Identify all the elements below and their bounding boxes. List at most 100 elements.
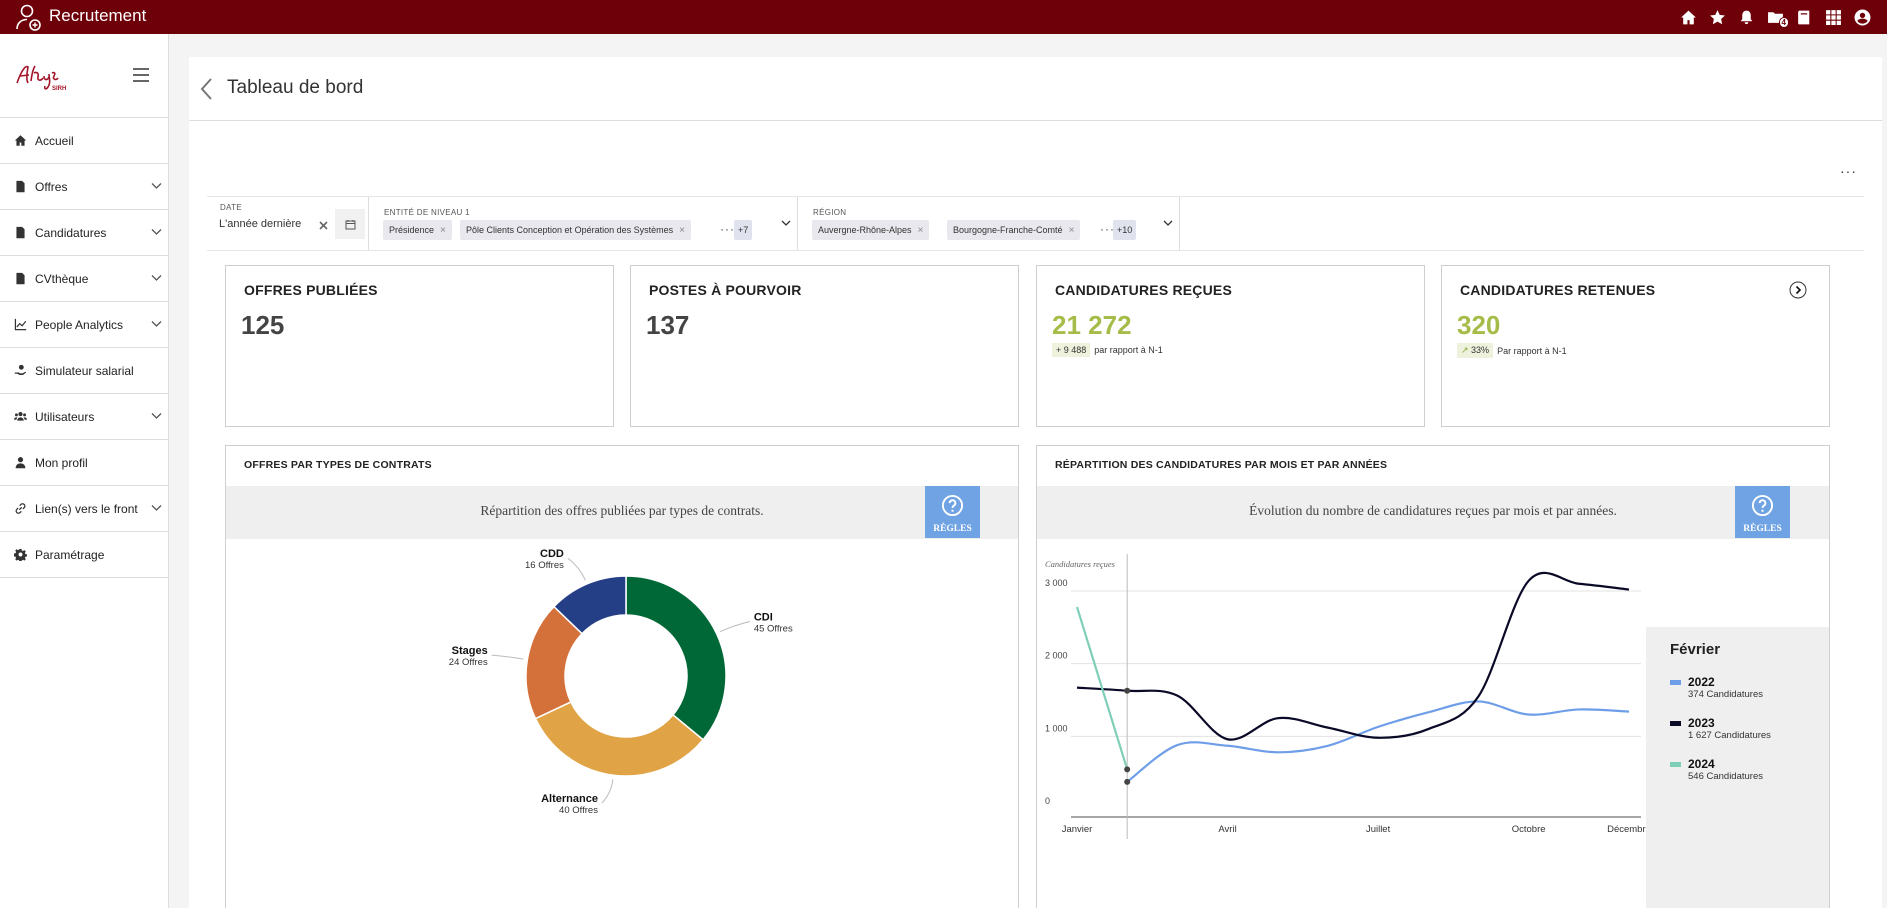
sidebar-item-liens-front[interactable]: Lien(s) vers le front bbox=[0, 486, 169, 532]
sidebar: SIRH Accueil Offres Candidatures CVthèqu… bbox=[0, 34, 169, 908]
sidebar-nav: Accueil Offres Candidatures CVthèque Peo… bbox=[0, 117, 169, 578]
more-chips-count[interactable]: +10 bbox=[1113, 220, 1137, 240]
ellipsis-icon: ··· bbox=[720, 222, 735, 236]
hover-point-2022[interactable] bbox=[1124, 778, 1131, 785]
back-arrow-icon[interactable] bbox=[199, 75, 215, 103]
sidebar-item-utilisateurs[interactable]: Utilisateurs bbox=[0, 394, 169, 440]
chart-icon bbox=[14, 318, 27, 331]
remove-chip-icon[interactable]: × bbox=[918, 225, 924, 236]
x-tick-label: Octobre bbox=[1512, 824, 1546, 835]
altays-sirh-logo[interactable]: SIRH bbox=[14, 59, 74, 95]
kpi-card-candidatures-recues: CANDIDATURES REÇUES 21 272 + 9 488 par r… bbox=[1036, 265, 1425, 427]
apps-grid-icon[interactable] bbox=[1819, 7, 1848, 27]
hamburger-menu-icon[interactable] bbox=[131, 66, 151, 84]
star-icon[interactable] bbox=[1703, 7, 1732, 27]
donut-leader-line bbox=[719, 621, 750, 633]
donut-leader-line bbox=[491, 654, 524, 660]
legend-swatch bbox=[1670, 680, 1681, 685]
trend-text: Par rapport à N-1 bbox=[1497, 345, 1567, 356]
link-icon bbox=[15, 503, 26, 514]
rules-button[interactable]: RÈGLES bbox=[1735, 486, 1790, 538]
calendar-button[interactable] bbox=[335, 209, 365, 239]
sidebar-item-mon-profil[interactable]: Mon profil bbox=[0, 440, 169, 486]
remove-chip-icon[interactable]: × bbox=[1069, 225, 1075, 236]
sidebar-item-simulateur-salarial[interactable]: Simulateur salarial bbox=[0, 348, 169, 394]
hover-point-2024[interactable] bbox=[1124, 766, 1131, 773]
tooltip-entry: 2024 546 Candidatures bbox=[1670, 757, 1771, 798]
y-tick-label: 2 000 bbox=[1045, 651, 1068, 661]
more-chips-count[interactable]: +7 bbox=[734, 220, 753, 240]
tooltip-count: 546 Candidatures bbox=[1688, 771, 1763, 782]
kpi-trend: ↗ 33% Par rapport à N-1 bbox=[1457, 343, 1567, 358]
sidebar-item-label: Utilisateurs bbox=[35, 409, 95, 424]
donut-label: CDI bbox=[754, 612, 773, 624]
legend-swatch bbox=[1670, 762, 1681, 767]
filter-chip[interactable]: Auvergne-Rhône-Alpes × bbox=[812, 220, 930, 240]
sidebar-item-label: CVthèque bbox=[35, 271, 89, 286]
tooltip-entries: 2022 374 Candidatures 2023 1 627 Candidatur… bbox=[1670, 675, 1771, 798]
app-title: Recrutement bbox=[49, 6, 147, 25]
sidebar-item-label: Paramétrage bbox=[35, 547, 105, 562]
chart-tooltip: Février 2022 374 Candidatures 2023 1 627 Ca… bbox=[1646, 627, 1829, 908]
kpi-value: 21 272 bbox=[1052, 310, 1132, 340]
remove-chip-icon[interactable]: × bbox=[679, 225, 685, 236]
home-icon[interactable] bbox=[1674, 7, 1703, 27]
kpi-trend: + 9 488 par rapport à N-1 bbox=[1052, 343, 1163, 357]
panel-title: OFFRES PAR TYPES DE CONTRATS bbox=[244, 459, 432, 471]
filter-chip[interactable]: Bourgogne-Franche-Comté × bbox=[947, 220, 1081, 240]
donut-value-label: 24 Offres bbox=[449, 657, 488, 668]
sidebar-item-cvtheque[interactable]: CVthèque bbox=[0, 256, 169, 302]
sidebar-item-people-analytics[interactable]: People Analytics bbox=[0, 302, 169, 348]
hover-point-2023[interactable] bbox=[1124, 687, 1131, 694]
trend-value-text: 33% bbox=[1471, 345, 1490, 355]
sidebar-item-offres[interactable]: Offres bbox=[0, 164, 169, 210]
question-circle-icon bbox=[941, 494, 964, 517]
bell-icon[interactable] bbox=[1732, 7, 1761, 27]
book-icon[interactable] bbox=[1790, 7, 1819, 27]
series-line-2022[interactable] bbox=[1126, 700, 1630, 783]
remove-chip-icon[interactable]: × bbox=[440, 225, 446, 236]
donut-value-label: 45 Offres bbox=[754, 624, 793, 635]
sidebar-item-parametrage[interactable]: Paramétrage bbox=[0, 532, 169, 578]
chevron-down-icon bbox=[151, 321, 162, 327]
hand-coin-icon bbox=[14, 364, 27, 375]
clear-icon[interactable] bbox=[319, 221, 328, 230]
tooltip-count: 374 Candidatures bbox=[1688, 689, 1763, 700]
chevron-down-icon[interactable] bbox=[1163, 219, 1173, 227]
applications-user-icon[interactable]: 4 bbox=[1761, 7, 1790, 28]
panel-description-text: Répartition des offres publiées par type… bbox=[480, 503, 764, 518]
rules-button[interactable]: RÈGLES bbox=[925, 486, 980, 538]
kpi-card-candidatures-retenues: CANDIDATURES RETENUES 320 ↗ 33% Par rapp… bbox=[1441, 265, 1830, 427]
page-header: Tableau de bord bbox=[189, 57, 1882, 121]
date-filter-value[interactable]: L'année dernière bbox=[219, 218, 301, 230]
chevron-right-circle-icon[interactable] bbox=[1789, 281, 1807, 299]
chevron-down-icon bbox=[151, 413, 162, 419]
panel-description-text: Évolution du nombre de candidatures reçu… bbox=[1249, 503, 1617, 518]
filter-chip[interactable]: Pôle Clients Conception et Opération des… bbox=[460, 220, 691, 240]
donut-slice-cdi[interactable] bbox=[625, 575, 727, 741]
panel-description: Répartition des offres publiées par type… bbox=[226, 486, 1018, 539]
panel-title: RÉPARTITION DES CANDIDATURES PAR MOIS ET… bbox=[1055, 459, 1388, 471]
document-icon bbox=[16, 272, 25, 285]
sidebar-item-accueil[interactable]: Accueil bbox=[0, 118, 169, 164]
kpi-value: 137 bbox=[646, 310, 690, 340]
sidebar-item-label: Offres bbox=[35, 179, 68, 194]
x-tick-label: Avril bbox=[1218, 824, 1236, 835]
tooltip-entry: 2022 374 Candidatures bbox=[1670, 675, 1771, 716]
filter-bar: DATE L'année dernière ENTITÉ DE NIVEAU 1… bbox=[207, 196, 1864, 251]
calendar-icon bbox=[345, 220, 356, 230]
tooltip-year: 2024 bbox=[1688, 757, 1715, 771]
user-account-icon[interactable] bbox=[1848, 7, 1877, 27]
kpi-title: CANDIDATURES RETENUES bbox=[1460, 282, 1656, 298]
tooltip-month: Février bbox=[1670, 641, 1721, 658]
chip-label: Auvergne-Rhône-Alpes bbox=[818, 225, 912, 235]
tooltip-year: 2022 bbox=[1688, 675, 1715, 689]
chip-label: Pôle Clients Conception et Opération des… bbox=[466, 225, 674, 235]
chevron-down-icon bbox=[151, 275, 162, 281]
chevron-down-icon[interactable] bbox=[781, 219, 791, 227]
filter-chip[interactable]: Présidence × bbox=[383, 220, 452, 240]
donut-value-label: 40 Offres bbox=[559, 805, 598, 816]
sidebar-item-candidatures[interactable]: Candidatures bbox=[0, 210, 169, 256]
region-filter-label: RÉGION bbox=[813, 208, 847, 217]
more-options-button[interactable]: ··· bbox=[1840, 163, 1857, 179]
